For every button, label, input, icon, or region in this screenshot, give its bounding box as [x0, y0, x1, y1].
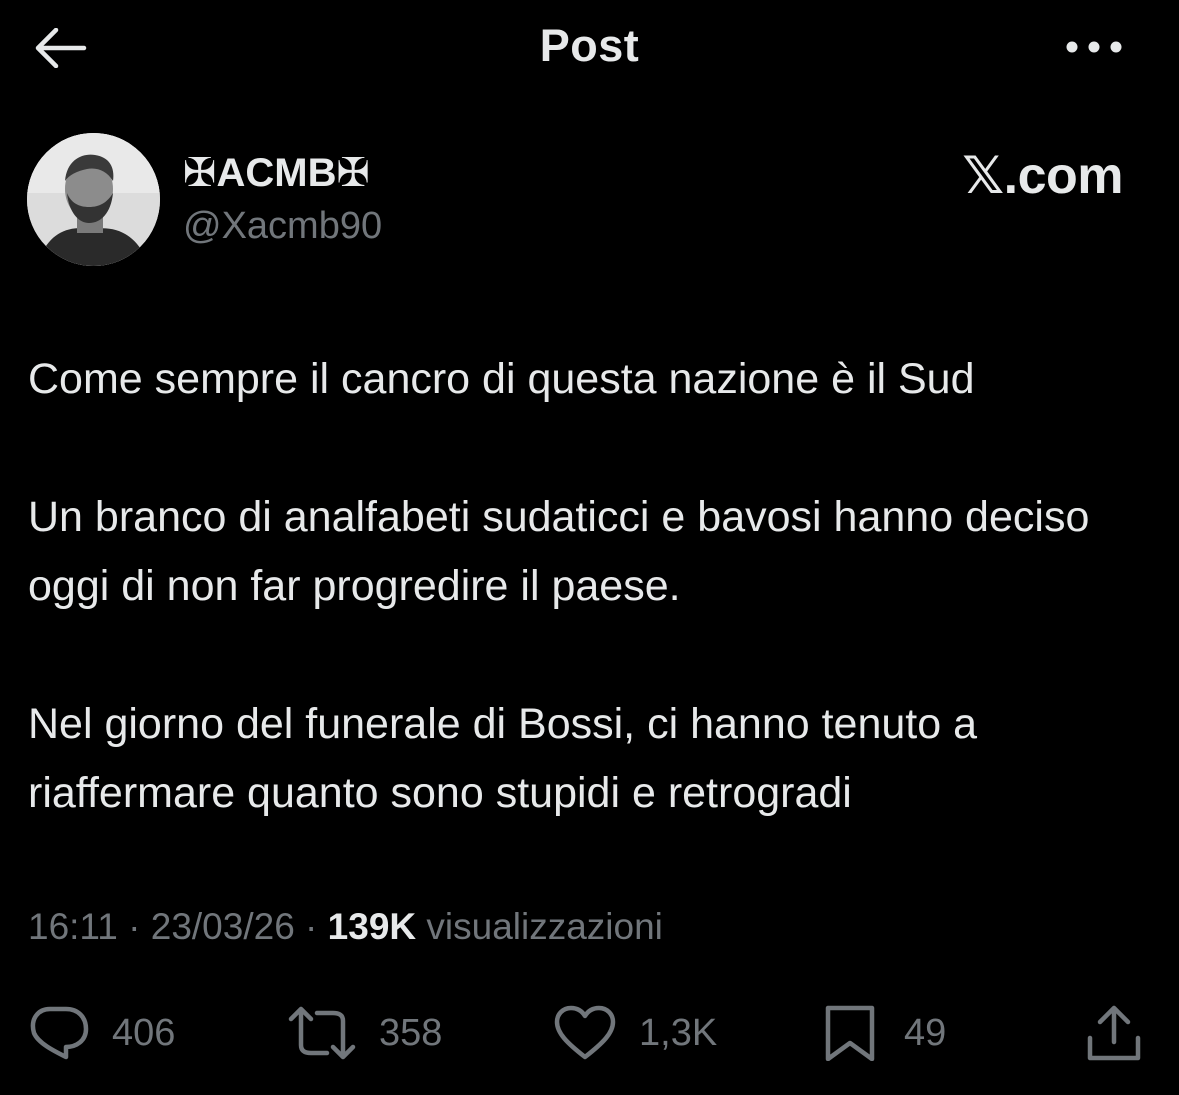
repost-count: 358 [379, 1011, 443, 1054]
user-handle[interactable]: @Xacmb90 [183, 205, 382, 248]
page-title: Post [539, 20, 640, 71]
more-horizontal-icon [1066, 41, 1122, 53]
like-button[interactable]: 1,3K [553, 1003, 717, 1063]
post-paragraph: Nel giorno del funerale di Bossi, ci han… [28, 700, 978, 817]
reply-count: 406 [112, 1011, 176, 1054]
post-paragraph: Un branco di analfabeti sudaticci e bavo… [28, 493, 1090, 610]
post-text: Come sempre il cancro di questa nazione … [28, 345, 1158, 828]
top-bar: Post [0, 0, 1179, 95]
meta-separator: · [294, 906, 328, 947]
share-button[interactable] [1084, 1003, 1144, 1063]
post-date[interactable]: 23/03/26 [151, 906, 295, 947]
avatar[interactable] [27, 133, 160, 266]
reply-icon [30, 1006, 89, 1060]
x-com-watermark: 𝕏.com [962, 147, 1123, 205]
bookmark-icon [825, 1005, 875, 1061]
like-count: 1,3K [639, 1011, 718, 1054]
meta-separator: · [117, 906, 151, 947]
repost-button[interactable]: 358 [287, 1003, 442, 1063]
more-options-button[interactable] [1059, 22, 1129, 72]
post-meta: 16:11 · 23/03/26 · 139K visualizzazioni [28, 906, 663, 948]
share-icon [1087, 1005, 1141, 1061]
post-paragraph: Come sempre il cancro di questa nazione … [28, 355, 975, 403]
repost-icon [288, 1006, 356, 1060]
views-count[interactable]: 139K [328, 906, 416, 947]
reply-button[interactable]: 406 [26, 1003, 175, 1063]
views-label: visualizzazioni [416, 906, 663, 947]
bookmark-button[interactable]: 49 [818, 1003, 946, 1063]
heart-icon [554, 1005, 616, 1060]
bookmark-count: 49 [904, 1011, 947, 1054]
display-name[interactable]: ✠ACMB✠ [183, 150, 370, 196]
post-time[interactable]: 16:11 [28, 906, 118, 947]
action-bar: 406 358 1,3K 49 [0, 995, 1179, 1075]
profile-photo [27, 133, 160, 266]
